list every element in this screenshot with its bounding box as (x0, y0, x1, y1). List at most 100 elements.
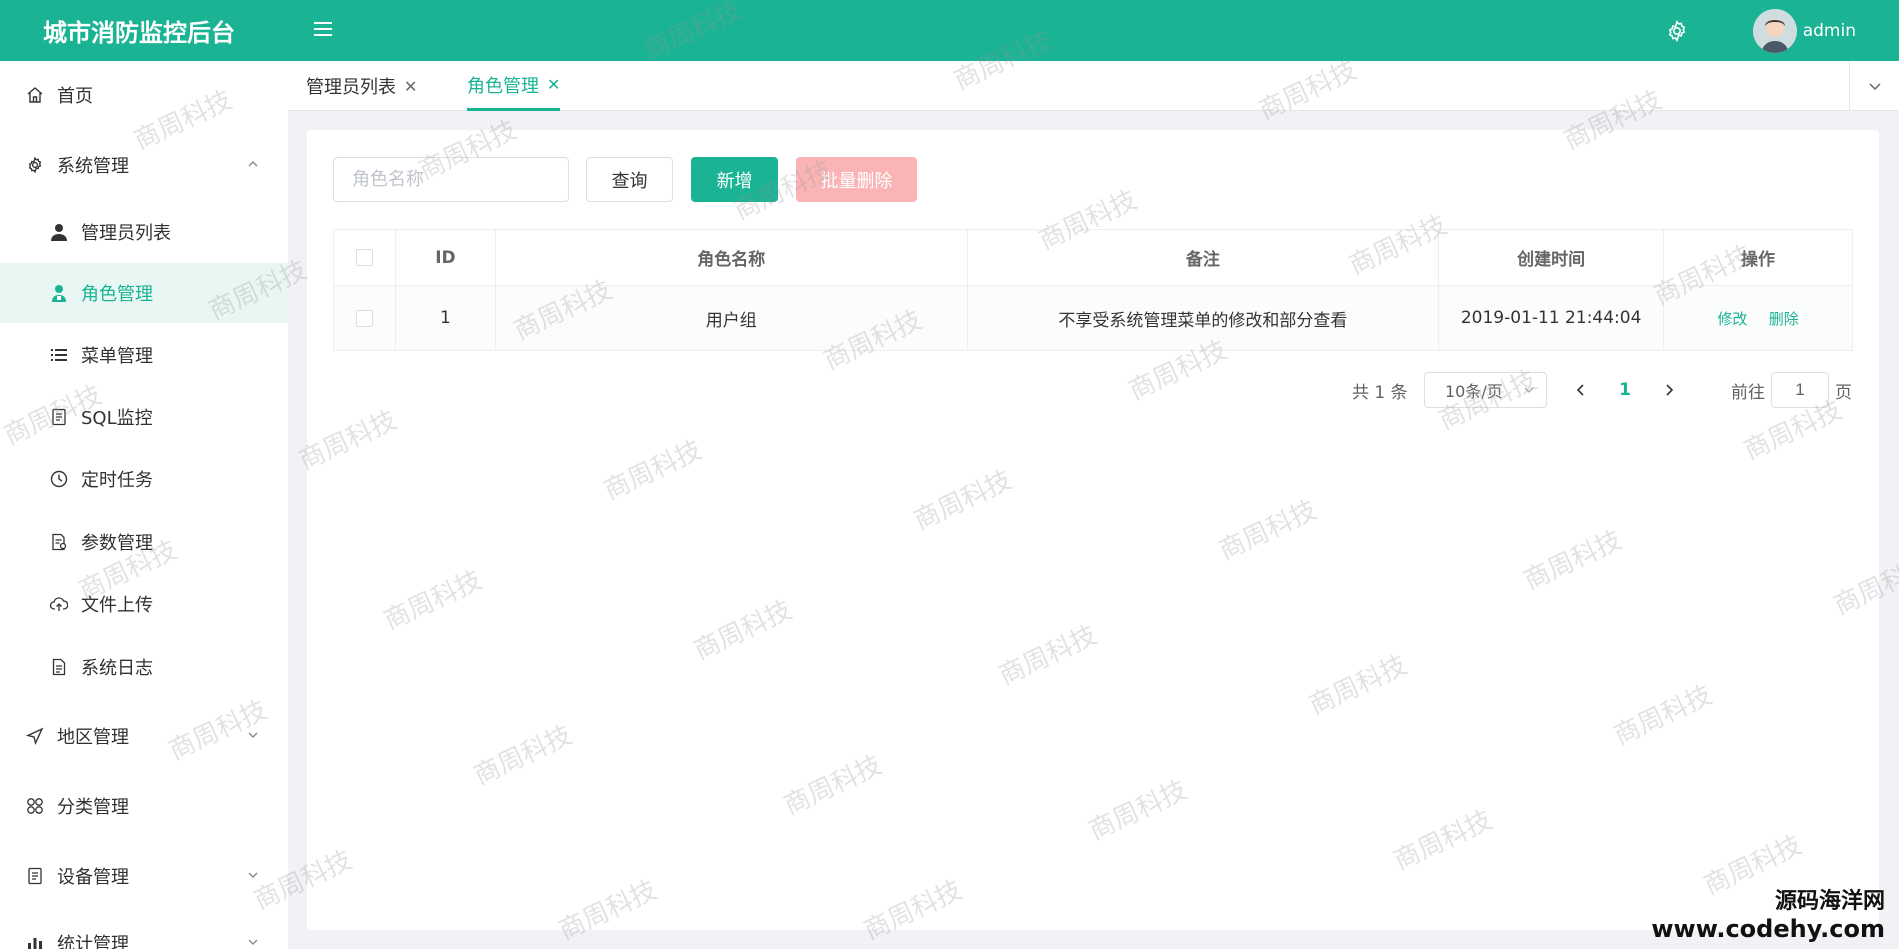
site-url: www.codehy.com (1651, 915, 1885, 943)
content-card: 查询 新增 批量删除 ID 角色名称 备注 创建时间 操作 1 用户组 不享受系… (307, 130, 1879, 930)
sql-icon (49, 407, 69, 427)
prev-page-button[interactable] (1563, 372, 1599, 408)
menu-toggle-icon[interactable] (312, 18, 334, 40)
batch-delete-button[interactable]: 批量删除 (796, 157, 917, 202)
sidebar-item-device[interactable]: 设备管理 (0, 846, 288, 906)
col-id: ID (395, 229, 496, 286)
sidebar-item-scheduled-tasks[interactable]: 定时任务 (0, 449, 288, 509)
list-icon (49, 345, 69, 365)
roles-table: ID 角色名称 备注 创建时间 操作 1 用户组 不享受系统管理菜单的修改和部分… (333, 229, 1853, 351)
sidebar-item-region[interactable]: 地区管理 (0, 706, 288, 766)
chevron-down-icon (248, 939, 258, 945)
tab-role-management[interactable]: 角色管理 ✕ (467, 61, 561, 111)
sidebar-item-label: 管理员列表 (81, 223, 171, 244)
edit-link[interactable]: 修改 (1717, 310, 1747, 328)
sidebar-item-label: 菜单管理 (81, 346, 153, 367)
add-button[interactable]: 新增 (691, 157, 778, 202)
next-page-button[interactable] (1651, 372, 1687, 408)
sidebar-item-label: 地区管理 (57, 727, 129, 748)
username[interactable]: admin (1803, 21, 1856, 41)
cell-actions: 修改 删除 (1663, 285, 1853, 351)
close-icon[interactable]: ✕ (404, 77, 417, 96)
cell-created-time: 2019-01-11 21:44:04 (1438, 285, 1665, 351)
delete-link[interactable]: 删除 (1769, 310, 1799, 328)
sidebar-item-menu-management[interactable]: 菜单管理 (0, 325, 288, 385)
role-name-search-input[interactable] (333, 157, 569, 202)
clock-icon (49, 469, 69, 489)
sidebar-item-system[interactable]: 系统管理 (0, 135, 288, 195)
avatar[interactable] (1752, 8, 1797, 53)
sidebar-item-parameters[interactable]: 参数管理 (0, 512, 288, 572)
category-icon (25, 796, 45, 816)
device-icon (25, 866, 45, 886)
chevron-down-icon (1868, 83, 1881, 91)
tabs-more-button[interactable] (1849, 61, 1899, 111)
sidebar: 首页 系统管理 管理员列表 角色管理 菜单管理 SQL监控 定时任务 参数管理 … (0, 61, 288, 949)
col-remark: 备注 (967, 229, 1440, 286)
sidebar-item-file-upload[interactable]: 文件上传 (0, 574, 288, 634)
table-header-row: ID 角色名称 备注 创建时间 操作 (333, 229, 1853, 286)
tab-bar: 管理员列表 ✕ 角色管理 ✕ (288, 61, 1899, 111)
site-watermark: 源码海洋网 www.codehy.com (1651, 883, 1885, 943)
sidebar-item-label: 系统管理 (57, 156, 129, 177)
sidebar-item-home[interactable]: 首页 (0, 65, 288, 125)
table-row: 1 用户组 不享受系统管理菜单的修改和部分查看 2019-01-11 21:44… (333, 285, 1853, 351)
chevron-down-icon (248, 872, 258, 878)
sidebar-item-label: 首页 (57, 86, 93, 107)
sidebar-item-label: 文件上传 (81, 595, 153, 616)
tab-label: 角色管理 (467, 75, 539, 97)
sidebar-item-statistics[interactable]: 统计管理 (0, 913, 288, 949)
cell-remark: 不享受系统管理菜单的修改和部分查看 (967, 285, 1440, 351)
chevron-down-icon (1524, 387, 1534, 393)
tab-admin-list[interactable]: 管理员列表 ✕ (306, 61, 417, 111)
sidebar-item-sql-monitor[interactable]: SQL监控 (0, 387, 288, 447)
sidebar-item-label: 设备管理 (57, 867, 129, 888)
chevron-down-icon (248, 732, 258, 738)
col-created-time: 创建时间 (1438, 229, 1665, 286)
goto-prefix: 前往 (1731, 382, 1765, 403)
sidebar-item-admin-list[interactable]: 管理员列表 (0, 202, 288, 262)
col-actions: 操作 (1663, 229, 1853, 286)
site-name: 源码海洋网 (1774, 889, 1885, 914)
page-number-button[interactable]: 1 (1607, 372, 1643, 408)
select-all-checkbox[interactable] (355, 249, 373, 266)
location-icon (25, 726, 45, 746)
cell-id: 1 (395, 285, 496, 351)
sidebar-item-label: 系统日志 (81, 658, 153, 679)
settings-icon[interactable] (1665, 19, 1689, 43)
col-role-name: 角色名称 (495, 229, 968, 286)
sidebar-item-label: SQL监控 (81, 408, 153, 429)
close-icon[interactable]: ✕ (547, 75, 560, 94)
page-size-select[interactable]: 10条/页 (1424, 372, 1547, 408)
stats-icon (25, 933, 45, 949)
chevron-right-icon (1666, 384, 1674, 396)
sidebar-item-label: 参数管理 (81, 533, 153, 554)
sidebar-item-label: 统计管理 (57, 934, 129, 949)
goto-page-input[interactable] (1771, 372, 1829, 408)
select-all-cell (333, 229, 396, 286)
gear-icon (25, 155, 45, 175)
sidebar-item-role-management[interactable]: 角色管理 (0, 263, 288, 323)
row-checkbox[interactable] (355, 309, 373, 327)
sidebar-item-label: 定时任务 (81, 470, 153, 491)
sidebar-item-system-log[interactable]: 系统日志 (0, 637, 288, 697)
page-size-value: 10条/页 (1445, 382, 1503, 401)
cell-role-name: 用户组 (495, 285, 968, 351)
row-select-cell (333, 285, 396, 351)
chevron-up-icon (248, 161, 258, 167)
sidebar-item-label: 角色管理 (81, 284, 153, 305)
goto-suffix: 页 (1835, 382, 1852, 403)
pagination-total: 共 1 条 (1352, 382, 1408, 403)
sidebar-item-label: 分类管理 (57, 797, 129, 818)
top-header: 城市消防监控后台 admin (0, 0, 1899, 61)
param-icon (49, 532, 69, 552)
user-icon (49, 222, 69, 242)
app-title: 城市消防监控后台 (43, 19, 235, 47)
home-icon (25, 85, 45, 105)
sidebar-item-category[interactable]: 分类管理 (0, 776, 288, 836)
query-button[interactable]: 查询 (586, 157, 673, 202)
log-icon (49, 657, 69, 677)
role-icon (49, 283, 69, 303)
chevron-left-icon (1576, 384, 1584, 396)
goto-page: 前往 页 (1731, 372, 1852, 408)
